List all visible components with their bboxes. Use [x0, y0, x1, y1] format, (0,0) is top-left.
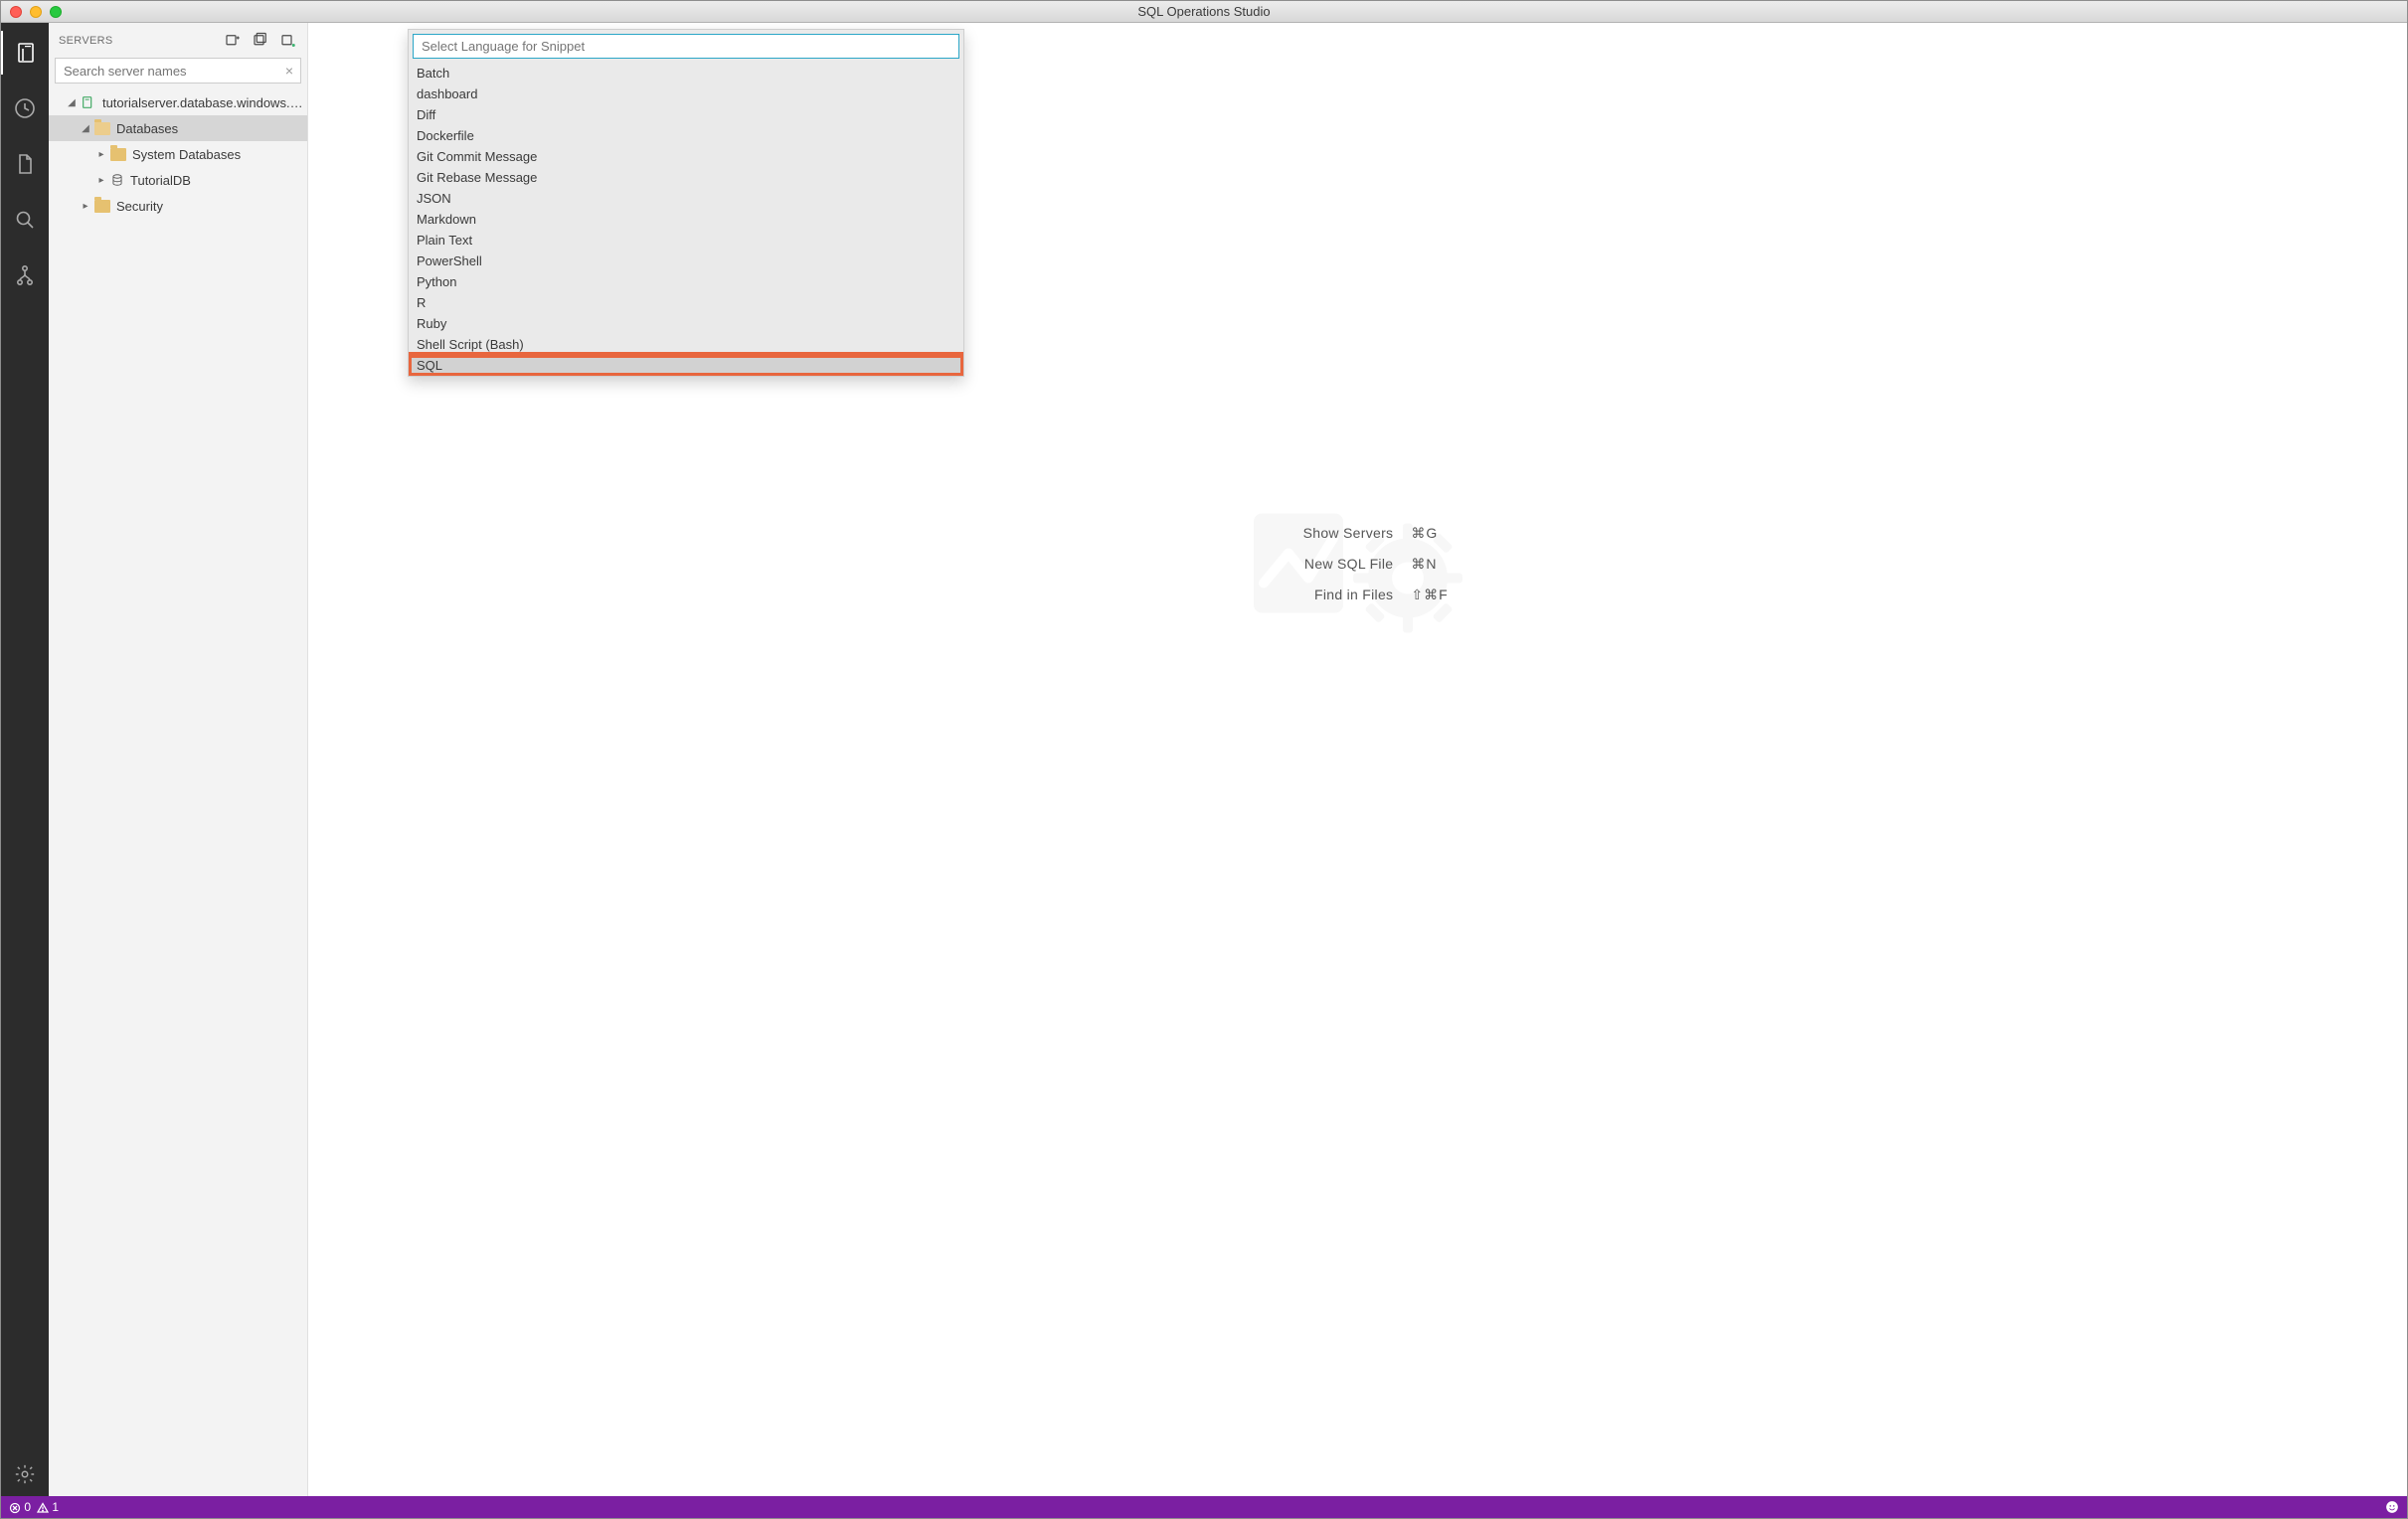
tree-label: Security [116, 199, 163, 214]
quick-pick-item[interactable]: Ruby [409, 313, 963, 334]
twisty-expanded-icon: ◢ [65, 97, 79, 108]
tree-label: TutorialDB [130, 173, 191, 188]
titlebar: SQL Operations Studio [1, 1, 2407, 23]
tree-security-node[interactable]: ▸ Security [49, 193, 307, 219]
quick-pick-list: BatchdashboardDiffDockerfileGit Commit M… [409, 63, 963, 376]
tree-label: Databases [116, 121, 178, 136]
quick-pick-item[interactable]: Python [409, 271, 963, 292]
tree-system-databases-node[interactable]: ▸ System Databases [49, 141, 307, 167]
activity-settings[interactable] [1, 1452, 49, 1496]
shortcut-label: Show Servers [1274, 525, 1393, 542]
quick-pick-item[interactable]: Batch [409, 63, 963, 84]
sidebar-title: SERVERS [59, 35, 112, 47]
quick-pick-item[interactable]: R [409, 292, 963, 313]
clear-search-icon[interactable]: × [285, 63, 293, 79]
folder-icon [110, 148, 126, 161]
tree-databases-node[interactable]: ◢ Databases [49, 115, 307, 141]
quick-pick-item[interactable]: Git Rebase Message [409, 167, 963, 188]
quick-pick-item[interactable]: JSON [409, 188, 963, 209]
quick-pick-item[interactable]: Shell Script (Bash) [409, 334, 963, 355]
quick-pick-item[interactable]: SQL [409, 355, 963, 376]
quick-pick-item[interactable]: Diff [409, 104, 963, 125]
shortcut-keys: ⇧⌘F [1411, 587, 1448, 603]
feedback-smiley-icon[interactable] [2385, 1500, 2399, 1515]
tree-label: System Databases [132, 147, 241, 162]
shortcut-label: New SQL File [1274, 556, 1393, 573]
activity-explorer[interactable] [1, 142, 49, 186]
quick-pick-item[interactable]: Dockerfile [409, 125, 963, 146]
twisty-collapsed-icon: ▸ [94, 149, 108, 160]
twisty-expanded-icon: ◢ [79, 123, 92, 134]
new-server-group-icon[interactable] [252, 32, 269, 50]
activity-source-control[interactable] [1, 253, 49, 297]
activity-search[interactable] [1, 198, 49, 242]
twisty-collapsed-icon: ▸ [79, 201, 92, 212]
show-connections-icon[interactable] [279, 32, 297, 50]
server-icon [81, 94, 96, 110]
window-title: SQL Operations Studio [1, 4, 2407, 19]
welcome-shortcuts: Show Servers ⌘G New SQL File ⌘N Find in … [1274, 525, 1448, 617]
sidebar: SERVERS × ◢ t [49, 23, 308, 1496]
quick-pick-item[interactable]: PowerShell [409, 251, 963, 271]
quick-pick: BatchdashboardDiffDockerfileGit Commit M… [408, 29, 964, 377]
server-tree: ◢ tutorialserver.database.windows.n... ◢… [49, 89, 307, 219]
shortcut-row: New SQL File ⌘N [1274, 556, 1448, 573]
quick-pick-item[interactable]: dashboard [409, 84, 963, 104]
tree-server-node[interactable]: ◢ tutorialserver.database.windows.n... [49, 89, 307, 115]
status-warnings[interactable]: 1 [37, 1500, 59, 1514]
database-icon [110, 173, 124, 187]
folder-open-icon [94, 122, 110, 135]
shortcut-keys: ⌘G [1411, 525, 1438, 542]
activity-servers[interactable] [1, 31, 49, 75]
quick-pick-item[interactable]: Markdown [409, 209, 963, 230]
status-errors[interactable]: 0 [9, 1500, 31, 1514]
quick-pick-item[interactable]: Git Commit Message [409, 146, 963, 167]
activity-bar [1, 23, 49, 1496]
status-errors-count: 0 [24, 1500, 31, 1514]
folder-icon [94, 200, 110, 213]
shortcut-keys: ⌘N [1411, 556, 1437, 573]
twisty-collapsed-icon: ▸ [94, 175, 108, 186]
status-warnings-count: 1 [52, 1500, 59, 1514]
activity-task-history[interactable] [1, 86, 49, 130]
tree-label: tutorialserver.database.windows.n... [102, 95, 307, 110]
status-bar: 0 1 [1, 1496, 2407, 1518]
shortcut-label: Find in Files [1274, 587, 1393, 603]
new-connection-icon[interactable] [224, 32, 242, 50]
tree-database-node[interactable]: ▸ TutorialDB [49, 167, 307, 193]
editor-area: Show Servers ⌘G New SQL File ⌘N Find in … [308, 23, 2407, 1496]
shortcut-row: Find in Files ⇧⌘F [1274, 587, 1448, 603]
quick-pick-item[interactable]: Plain Text [409, 230, 963, 251]
shortcut-row: Show Servers ⌘G [1274, 525, 1448, 542]
quick-pick-input[interactable] [413, 34, 959, 59]
search-server-input[interactable] [55, 58, 301, 84]
